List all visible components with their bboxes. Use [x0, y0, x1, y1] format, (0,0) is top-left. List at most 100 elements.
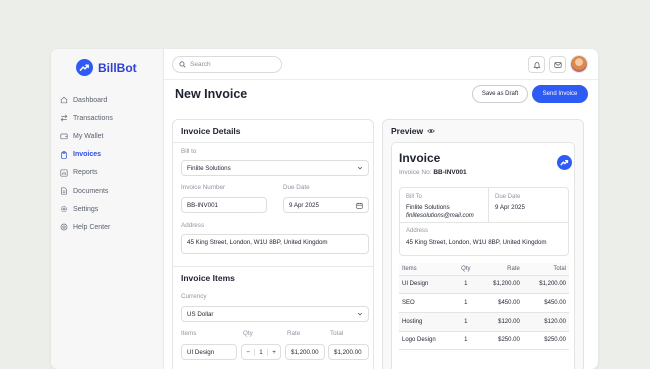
- rate-input[interactable]: $1,200.00: [285, 344, 325, 360]
- bill-to-label: Bill To: [406, 194, 422, 200]
- sidebar: BillBot Dashboard Transactions My Wallet…: [51, 49, 164, 369]
- billbot-logo-icon: [557, 155, 572, 170]
- mail-icon: [553, 61, 562, 68]
- sidebar-item-label: Invoices: [73, 151, 102, 159]
- search-input[interactable]: [190, 61, 270, 68]
- items-table: Items Qty Rate Total UI Design 1 $1,200.…: [399, 263, 569, 351]
- notification-button[interactable]: [528, 56, 545, 73]
- calendar-icon: [356, 202, 363, 209]
- sidebar-item-transactions[interactable]: Transactions: [60, 109, 160, 127]
- sidebar-item-dashboard[interactable]: Dashboard: [60, 91, 160, 109]
- invoice-preview-card: Invoice Invoice No: BB-INV001 Bill To Fi…: [391, 142, 575, 369]
- brand[interactable]: BillBot: [76, 59, 137, 76]
- bill-to-select[interactable]: Finlite Solutions: [181, 160, 369, 176]
- cell-item: UI Design: [399, 275, 456, 295]
- chart-icon: [60, 169, 68, 177]
- preview-panel: Preview Invoice Invoice No: BB-INV001 Bi…: [382, 119, 584, 369]
- divider: [173, 142, 373, 143]
- table-row: SEO 1 $450.00 $450.00: [399, 293, 569, 313]
- items-col-label: Items: [181, 330, 197, 337]
- currency-value: US Dollar: [187, 310, 214, 318]
- invoice-number-value: BB-INV001: [187, 201, 218, 209]
- address-value: 45 King Street, London, W1U 8BP, United …: [406, 239, 547, 246]
- bill-to-email: finlitesolutions@mail.com: [406, 213, 474, 219]
- table-row: Logo Design 1 $250.00 $250.00: [399, 331, 569, 351]
- bill-to-value: Finlite Solutions: [187, 164, 231, 172]
- sidebar-item-reports[interactable]: Reports: [60, 164, 160, 182]
- divider: [400, 222, 568, 223]
- item-name-value: UI Design: [187, 348, 215, 356]
- decrement-button[interactable]: −: [242, 349, 254, 356]
- search-icon: [179, 61, 186, 68]
- invoice-items-title: Invoice Items: [181, 273, 235, 283]
- sidebar-item-label: My Wallet: [73, 132, 104, 140]
- col-header-items: Items: [399, 263, 456, 276]
- table-header-row: Items Qty Rate Total: [399, 263, 569, 276]
- sidebar-item-invoices[interactable]: Invoices: [60, 146, 160, 164]
- invoice-number-label: Invoice Number: [181, 184, 226, 191]
- col-header-rate: Rate: [476, 263, 523, 276]
- table-row: UI Design 1 $1,200.00 $1,200.00: [399, 275, 569, 295]
- rate-value: $1,200.00: [291, 348, 319, 356]
- bill-to-label: Bill to: [181, 148, 197, 155]
- address-input[interactable]: 45 King Street, London, W1U 8BP, United …: [181, 234, 369, 254]
- currency-label: Currency: [181, 293, 207, 300]
- cell-rate: $250.00: [476, 331, 523, 351]
- sidebar-item-label: Documents: [73, 187, 109, 195]
- sidebar-item-documents[interactable]: Documents: [60, 182, 160, 200]
- due-date-label: Due Date: [495, 194, 521, 200]
- billing-info-box: Bill To Finlite Solutions finlitesolutio…: [399, 187, 569, 256]
- total-field: $1,200.00: [328, 344, 369, 360]
- billbot-logo-icon: [76, 59, 93, 76]
- preview-header: Preview: [391, 126, 436, 136]
- sidebar-nav: Dashboard Transactions My Wallet Invoice…: [60, 91, 160, 237]
- cell-qty: 1: [455, 275, 477, 295]
- cell-total: $1,200.00: [522, 275, 569, 295]
- bill-to-name: Finlite Solutions: [406, 204, 450, 211]
- save-draft-button[interactable]: Save as Draft: [472, 85, 528, 103]
- total-col-label: Total: [330, 330, 344, 337]
- col-header-qty: Qty: [455, 263, 477, 276]
- cell-item: Logo Design: [399, 331, 456, 351]
- table-row: Hosting 1 $120.00 $120.00: [399, 312, 569, 332]
- messages-button[interactable]: [549, 56, 566, 73]
- cell-total: $120.00: [522, 312, 569, 332]
- cell-rate: $1,200.00: [476, 275, 523, 295]
- cell-total: $450.00: [522, 293, 569, 313]
- invoice-number-input[interactable]: BB-INV001: [181, 197, 267, 213]
- qty-col-label: Qty: [243, 330, 253, 337]
- sidebar-item-label: Help Center: [73, 223, 111, 231]
- chevron-down-icon: [357, 312, 363, 316]
- home-icon: [60, 96, 68, 104]
- arrows-icon: [60, 114, 68, 122]
- divider: [173, 266, 373, 267]
- cell-item: SEO: [399, 293, 456, 313]
- cell-total: $250.00: [522, 331, 569, 351]
- due-date-input[interactable]: 9 Apr 2025: [283, 197, 369, 213]
- sidebar-item-help-center[interactable]: Help Center: [60, 218, 160, 236]
- increment-button[interactable]: +: [268, 349, 280, 356]
- eye-icon[interactable]: [427, 127, 436, 135]
- send-invoice-button[interactable]: Send Invoice: [532, 85, 588, 103]
- item-name-input[interactable]: UI Design: [181, 344, 237, 360]
- wallet-icon: [60, 134, 68, 140]
- search-box[interactable]: [172, 56, 282, 73]
- user-avatar[interactable]: [570, 55, 588, 73]
- rate-col-label: Rate: [287, 330, 301, 337]
- currency-select[interactable]: US Dollar: [181, 306, 369, 322]
- bell-icon: [532, 61, 541, 69]
- quantity-stepper[interactable]: − 1 +: [241, 344, 281, 360]
- total-value: $1,200.00: [334, 348, 362, 356]
- sidebar-item-settings[interactable]: Settings: [60, 200, 160, 218]
- page-title: New Invoice: [175, 87, 248, 101]
- due-date-label: Due Date: [283, 184, 310, 191]
- address-label: Address: [181, 222, 205, 229]
- sidebar-item-label: Settings: [73, 205, 99, 213]
- sidebar-item-my-wallet[interactable]: My Wallet: [60, 127, 160, 145]
- sidebar-item-label: Transactions: [73, 114, 113, 122]
- chevron-down-icon: [357, 166, 363, 170]
- cell-qty: 1: [455, 312, 477, 332]
- cell-qty: 1: [455, 293, 477, 313]
- divider: [488, 188, 489, 222]
- cell-rate: $120.00: [476, 312, 523, 332]
